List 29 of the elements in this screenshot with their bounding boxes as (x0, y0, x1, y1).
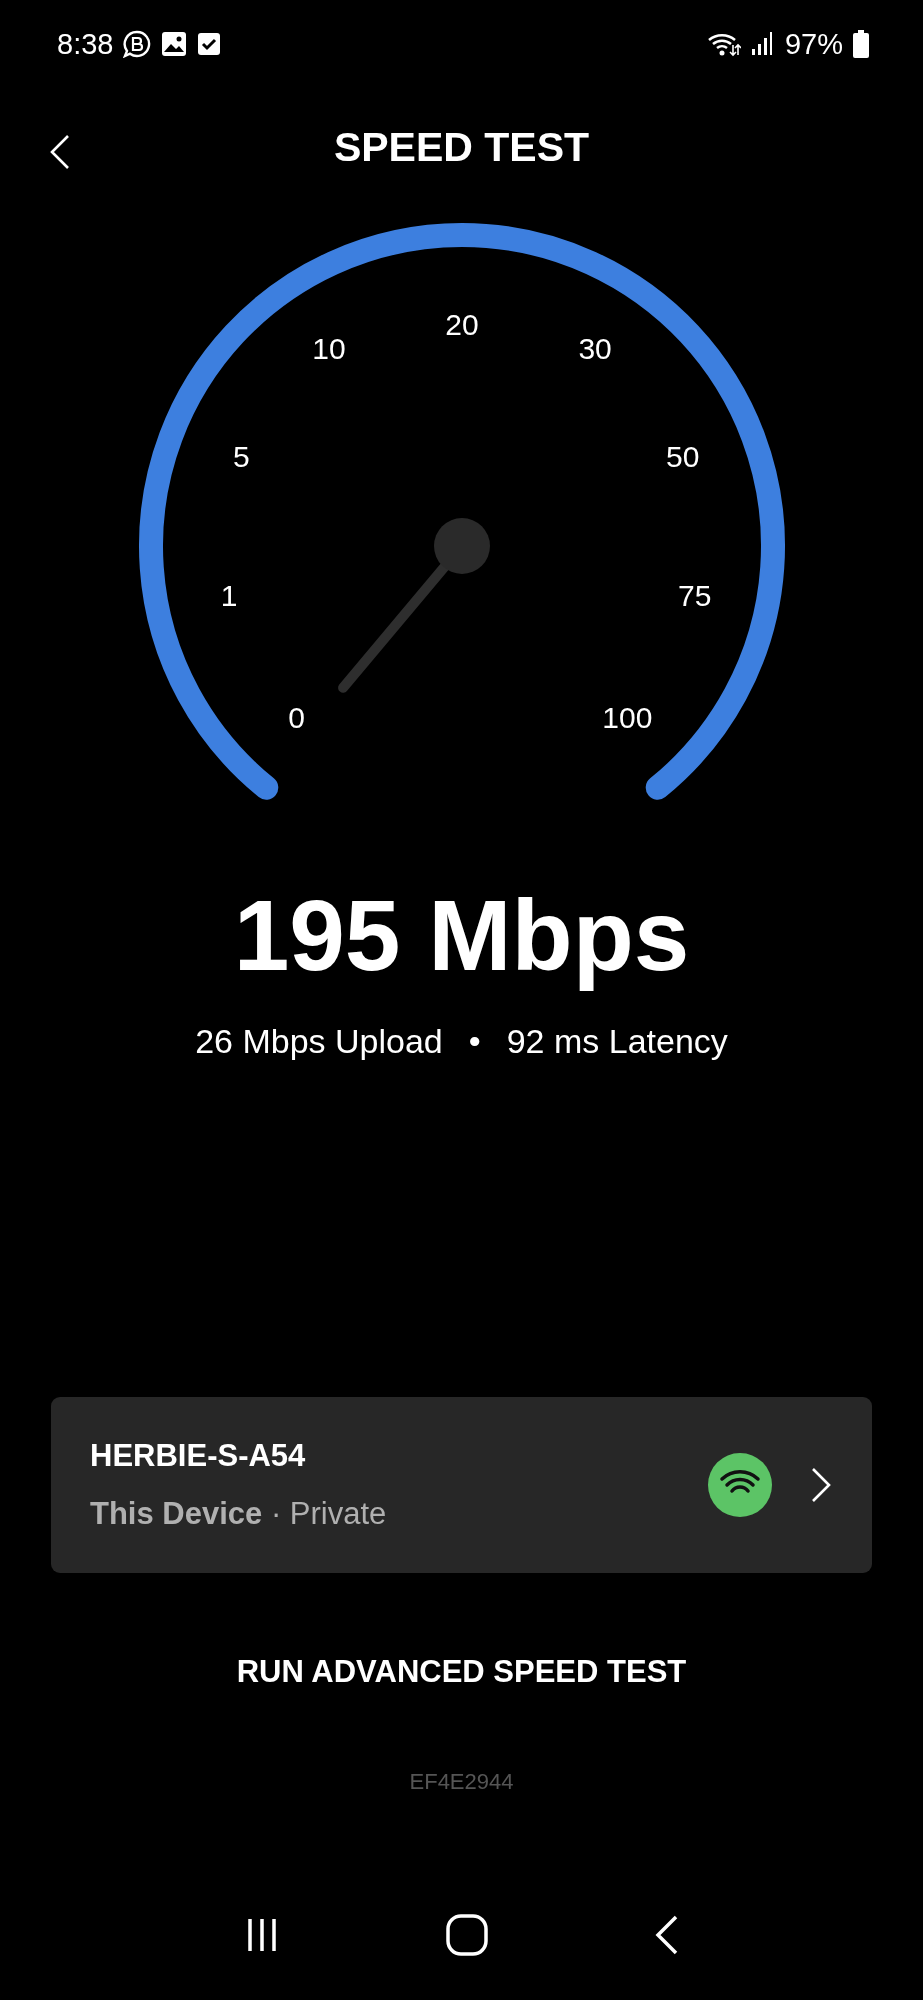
tick-label: 20 (445, 307, 479, 341)
device-card[interactable]: HERBIE-S-A54 This Device · Private (51, 1397, 872, 1573)
download-speed: 195 Mbps (233, 880, 690, 990)
device-name: HERBIE-S-A54 (90, 1437, 307, 1475)
tick-label: 10 (312, 332, 346, 366)
home-icon[interactable] (444, 1913, 489, 1957)
battery-icon (853, 30, 869, 58)
tick-label: 5 (233, 440, 250, 474)
tick-label: 100 (602, 700, 653, 734)
tick-label: 75 (678, 579, 712, 612)
status-time: 8:38 (57, 27, 114, 61)
checkbox-icon (197, 32, 222, 56)
tick-label: 50 (666, 440, 700, 474)
chat-bubble-icon (123, 30, 152, 58)
latency: 92 ms Latency (506, 1021, 728, 1062)
image-icon (161, 31, 188, 57)
advanced-test-button[interactable]: RUN ADVANCED SPEED TEST (236, 1652, 687, 1692)
tick-label: 30 (578, 332, 612, 366)
tick-label: 0 (288, 700, 305, 734)
device-code: EF4E2944 (409, 1768, 514, 1796)
device-info: This Device · Private (90, 1495, 388, 1533)
battery-percent: 97% (784, 27, 843, 61)
wifi-icon (706, 31, 741, 57)
signal-icon (750, 31, 775, 57)
tick-label: 1 (220, 579, 238, 612)
screen-title: SPEED TEST (333, 123, 590, 171)
separator-dot: • (468, 1021, 481, 1062)
wifi-icon (708, 1453, 772, 1517)
upload-speed: 26 Mbps Upload (195, 1021, 443, 1062)
